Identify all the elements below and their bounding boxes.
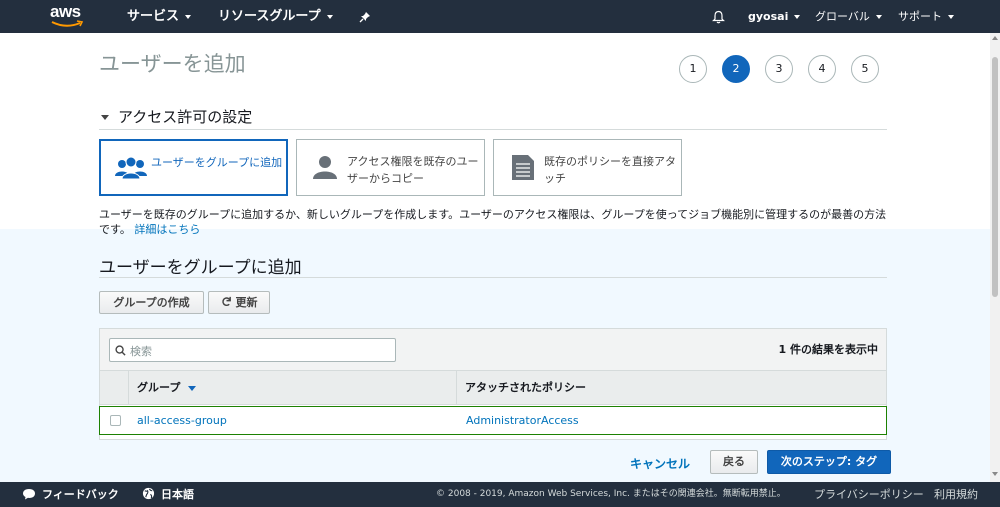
aws-logo-text: aws — [50, 2, 81, 21]
region-label: グローバル — [815, 10, 870, 23]
groups-table: 検索 1 件の結果を表示中 グループ アタッチされたポリシー all-acces… — [99, 328, 887, 440]
option-copy-permissions[interactable]: アクセス権限を既存のユーザーからコピー — [296, 139, 485, 196]
add-to-group-section-title: ユーザーをグループに追加 — [99, 258, 302, 278]
top-navigation-bar: aws サービス リソースグループ gyosai グローバル サポート — [0, 0, 1000, 33]
scroll-down-arrow-icon[interactable] — [992, 472, 998, 476]
privacy-policy-link[interactable]: プライバシーポリシー — [814, 482, 924, 507]
create-group-button[interactable]: グループの作成 — [99, 291, 204, 314]
search-icon — [115, 345, 126, 356]
resource-groups-label: リソースグループ — [218, 9, 321, 24]
step-1[interactable]: 1 — [679, 55, 707, 83]
search-input[interactable]: 検索 — [109, 338, 396, 362]
refresh-button[interactable]: 更新 — [208, 291, 270, 314]
next-step-label: 次のステップ: タグ — [780, 455, 878, 468]
create-group-label: グループの作成 — [113, 296, 190, 309]
chevron-down-icon — [185, 14, 192, 19]
page-scrollbar[interactable] — [990, 33, 1000, 482]
chevron-down-icon — [948, 15, 954, 19]
refresh-icon — [221, 296, 231, 307]
document-icon — [512, 155, 534, 180]
bell-icon[interactable] — [712, 0, 725, 33]
resource-groups-menu[interactable]: リソースグループ — [218, 0, 333, 33]
column-header-group[interactable]: グループ — [137, 371, 197, 404]
account-menu[interactable]: gyosai — [748, 0, 801, 33]
table-header: グループ アタッチされたポリシー — [100, 371, 886, 405]
column-divider — [456, 371, 457, 404]
user-icon — [313, 156, 337, 179]
step-2-active[interactable]: 2 — [722, 55, 750, 83]
terms-link[interactable]: 利用規約 — [934, 482, 978, 507]
learn-more-link[interactable]: 詳細はこちら — [134, 223, 200, 236]
search-placeholder: 検索 — [130, 345, 152, 358]
aws-smile-icon — [51, 20, 84, 27]
step-5[interactable]: 5 — [851, 55, 879, 83]
option-attach-policies[interactable]: 既存のポリシーを直接アタッチ — [493, 139, 682, 196]
table-toolbar: 検索 1 件の結果を表示中 — [100, 329, 886, 371]
permissions-section-title: アクセス許可の設定 — [118, 108, 253, 126]
chevron-down-icon — [794, 15, 801, 19]
group-name-link[interactable]: all-access-group — [137, 414, 227, 427]
sort-descending-icon — [188, 385, 197, 391]
option-add-to-group-label: ユーザーをグループに追加 — [151, 156, 283, 169]
support-label: サポート — [898, 10, 942, 23]
aws-logo[interactable]: aws — [50, 3, 90, 29]
step-3[interactable]: 3 — [765, 55, 793, 83]
chevron-down-icon — [326, 14, 333, 19]
option-attach-policies-label: 既存のポリシーを直接アタッチ — [544, 155, 676, 185]
account-name: gyosai — [748, 10, 789, 23]
permissions-description: ユーザーを既存のグループに追加するか、新しいグループを作成します。ユーザーのアク… — [99, 207, 894, 237]
option-copy-permissions-label: アクセス権限を既存のユーザーからコピー — [347, 155, 479, 185]
chevron-down-icon — [875, 15, 882, 19]
region-menu[interactable]: グローバル — [815, 0, 882, 33]
table-row[interactable]: all-access-group AdministratorAccess — [99, 406, 887, 435]
column-divider — [128, 371, 129, 404]
row-checkbox[interactable] — [110, 415, 121, 426]
next-step-button[interactable]: 次のステップ: タグ — [767, 450, 891, 474]
console-footer: フィードバック 日本語 © 2008 - 2019, Amazon Web Se… — [0, 482, 1000, 507]
back-button[interactable]: 戻る — [710, 450, 758, 474]
refresh-label: 更新 — [235, 296, 258, 309]
back-label: 戻る — [723, 455, 745, 468]
scrollbar-thumb[interactable] — [992, 57, 998, 297]
users-group-icon — [115, 156, 147, 180]
globe-icon — [142, 487, 155, 500]
permissions-section-header[interactable]: アクセス許可の設定 — [99, 106, 887, 130]
services-menu-label: サービス — [127, 9, 180, 24]
policy-name-link[interactable]: AdministratorAccess — [466, 414, 579, 427]
result-count: 1 件の結果を表示中 — [778, 343, 878, 356]
copyright-text: © 2008 - 2019, Amazon Web Services, Inc.… — [436, 489, 786, 499]
support-menu[interactable]: サポート — [898, 0, 954, 33]
step-4[interactable]: 4 — [808, 55, 836, 83]
option-add-to-group[interactable]: ユーザーをグループに追加 — [99, 139, 288, 196]
feedback-button[interactable]: フィードバック — [22, 482, 119, 507]
cancel-button[interactable]: キャンセル — [630, 455, 690, 472]
language-selector[interactable]: 日本語 — [142, 482, 194, 507]
pin-icon[interactable] — [359, 0, 371, 33]
add-to-group-section-header: ユーザーをグループに追加 — [99, 253, 887, 278]
permissions-description-text: ユーザーを既存のグループに追加するか、新しいグループを作成します。ユーザーのアク… — [99, 208, 887, 236]
page-title: ユーザーを追加 — [99, 52, 246, 76]
collapse-triangle-icon — [101, 115, 109, 120]
scroll-up-arrow-icon[interactable] — [992, 36, 998, 40]
column-header-group-label: グループ — [137, 381, 181, 394]
column-header-policies[interactable]: アタッチされたポリシー — [465, 371, 586, 404]
feedback-label: フィードバック — [42, 488, 119, 501]
language-label: 日本語 — [161, 488, 194, 501]
services-menu[interactable]: サービス — [127, 0, 192, 33]
speech-bubble-icon — [23, 489, 35, 500]
